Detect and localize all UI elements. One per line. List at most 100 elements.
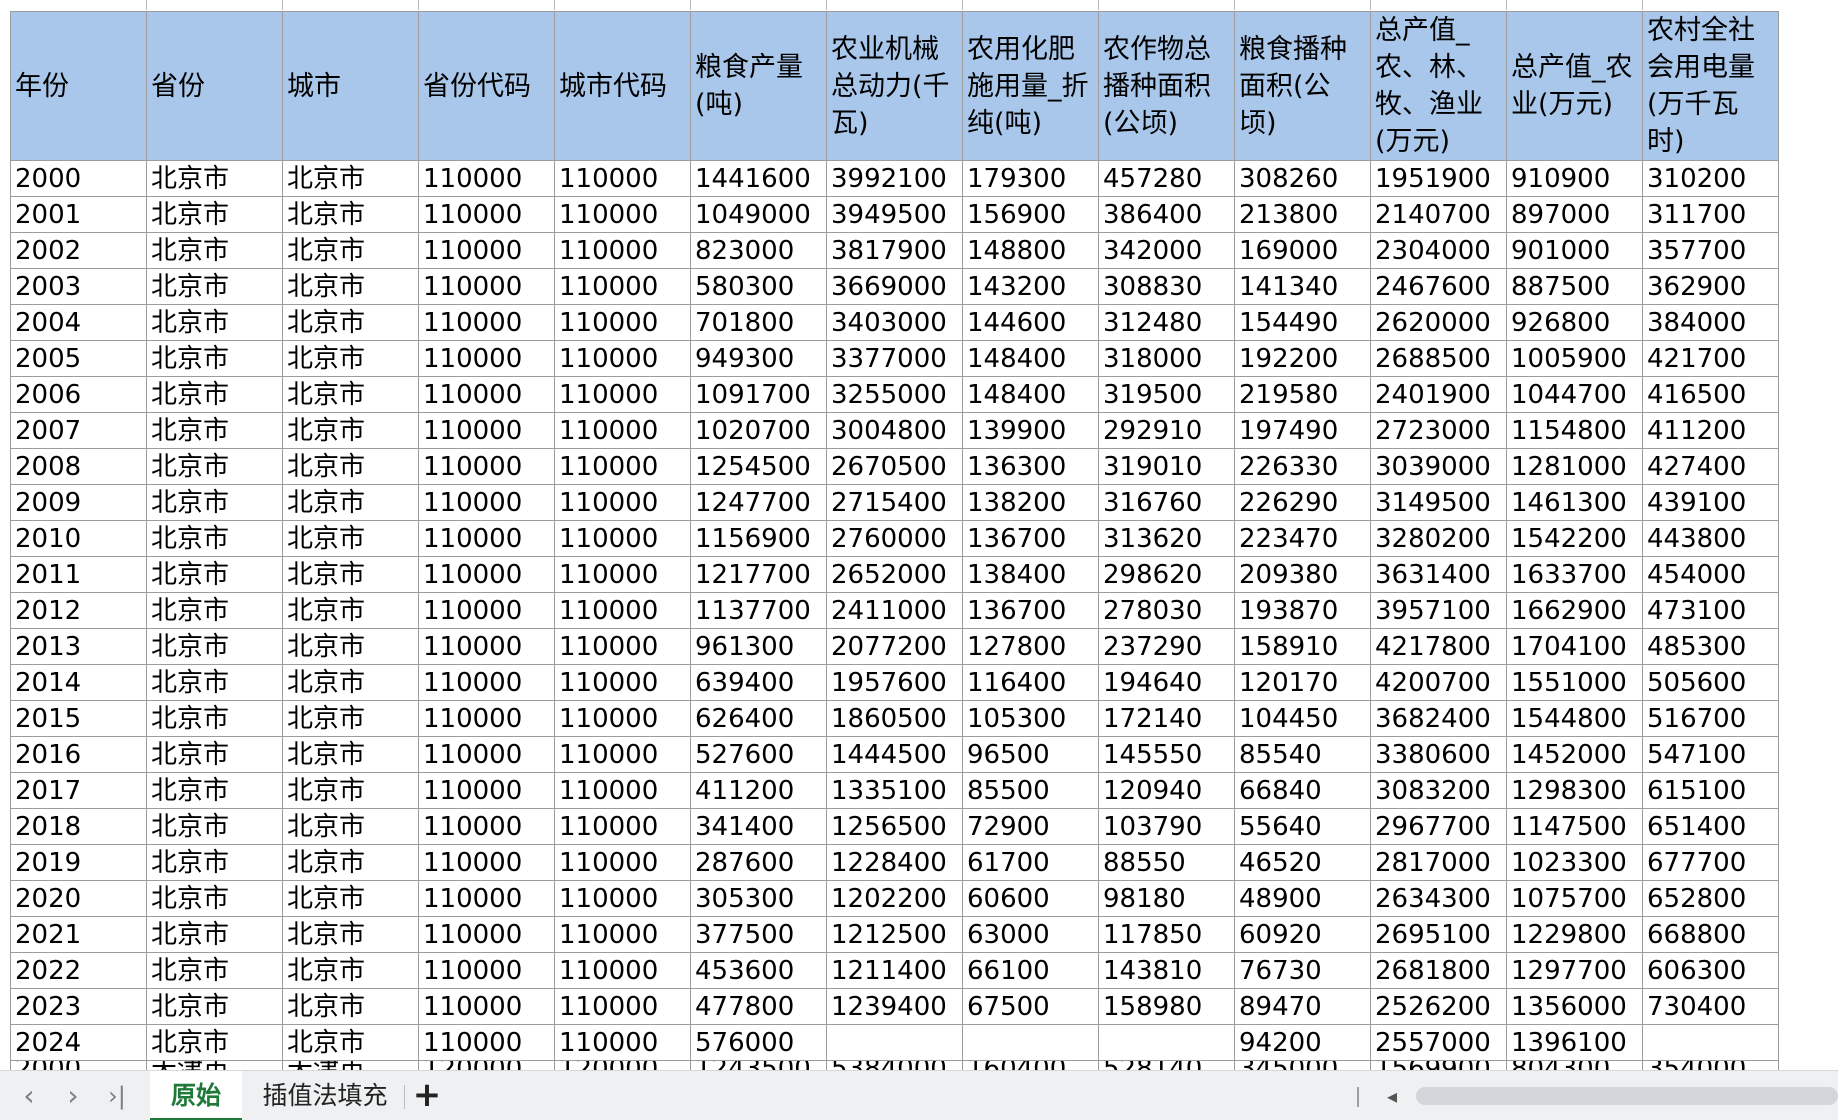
table-cell[interactable]: 北京市 — [146, 664, 283, 701]
table-cell[interactable]: 527600 — [690, 736, 827, 773]
column-header[interactable]: 农用化肥施用量_折纯(吨) — [962, 11, 1099, 161]
table-cell[interactable]: 311700 — [1642, 196, 1779, 233]
table-cell[interactable]: 1860500 — [826, 700, 963, 737]
table-cell[interactable]: 2467600 — [1370, 268, 1507, 305]
table-cell[interactable]: 2022 — [10, 952, 147, 989]
table-cell[interactable]: 668800 — [1642, 916, 1779, 953]
table-cell[interactable]: 910900 — [1506, 160, 1643, 197]
table-cell[interactable]: 2001 — [10, 196, 147, 233]
table-cell[interactable]: 804300 — [1506, 1060, 1643, 1070]
table-cell[interactable]: 110000 — [554, 304, 691, 341]
table-cell[interactable]: 北京市 — [146, 448, 283, 485]
table-cell[interactable]: 110000 — [554, 916, 691, 953]
table-cell[interactable]: 110000 — [554, 736, 691, 773]
table-cell[interactable]: 354000 — [1642, 1060, 1779, 1070]
table-cell[interactable]: 北京市 — [146, 772, 283, 809]
table-cell[interactable]: 北京市 — [282, 916, 419, 953]
table-cell[interactable]: 1217700 — [690, 556, 827, 593]
table-cell[interactable]: 北京市 — [282, 988, 419, 1025]
table-cell[interactable]: 2021 — [10, 916, 147, 953]
table-cell[interactable]: 2140700 — [1370, 196, 1507, 233]
table-cell[interactable]: 1239400 — [826, 988, 963, 1025]
table-cell[interactable]: 209380 — [1234, 556, 1371, 593]
table-cell[interactable]: 北京市 — [282, 592, 419, 629]
column-header[interactable]: 省份 — [146, 11, 283, 161]
table-cell[interactable]: 1452000 — [1506, 736, 1643, 773]
table-cell[interactable]: 411200 — [690, 772, 827, 809]
table-cell[interactable]: 3280200 — [1370, 520, 1507, 557]
table-cell[interactable]: 2000 — [10, 160, 147, 197]
table-cell[interactable]: 北京市 — [146, 268, 283, 305]
table-cell[interactable]: 110000 — [418, 196, 555, 233]
table-cell[interactable]: 85500 — [962, 772, 1099, 809]
table-cell[interactable]: 1444500 — [826, 736, 963, 773]
table-cell[interactable]: 2695100 — [1370, 916, 1507, 953]
table-cell[interactable]: 887500 — [1506, 268, 1643, 305]
table-cell[interactable]: 110000 — [418, 592, 555, 629]
table-cell[interactable]: 219580 — [1234, 376, 1371, 413]
table-cell[interactable]: 北京市 — [146, 1024, 283, 1061]
table-cell[interactable]: 110000 — [418, 520, 555, 557]
column-header[interactable]: 总产值_农业(万元) — [1506, 11, 1643, 161]
table-cell[interactable]: 1147500 — [1506, 808, 1643, 845]
table-cell[interactable]: 2557000 — [1370, 1024, 1507, 1061]
table-cell[interactable]: 3949500 — [826, 196, 963, 233]
table-cell[interactable]: 3255000 — [826, 376, 963, 413]
horizontal-scrollbar[interactable] — [1416, 1087, 1838, 1105]
table-cell[interactable]: 3992100 — [826, 160, 963, 197]
table-cell[interactable]: 1633700 — [1506, 556, 1643, 593]
table-cell[interactable]: 北京市 — [146, 160, 283, 197]
column-header[interactable]: 粮食产量(吨) — [690, 11, 827, 161]
table-cell[interactable]: 477800 — [690, 988, 827, 1025]
table-cell[interactable]: 1569900 — [1370, 1060, 1507, 1070]
table-cell[interactable]: 639400 — [690, 664, 827, 701]
table-cell[interactable]: 110000 — [418, 1024, 555, 1061]
table-cell[interactable]: 北京市 — [146, 196, 283, 233]
table-cell[interactable]: 北京市 — [146, 700, 283, 737]
table-cell[interactable]: 651400 — [1642, 808, 1779, 845]
table-cell[interactable]: 116400 — [962, 664, 1099, 701]
table-cell[interactable]: 1211400 — [826, 952, 963, 989]
table-cell[interactable]: 2020 — [10, 880, 147, 917]
column-header[interactable]: 省份代码 — [418, 11, 555, 161]
table-cell[interactable]: 143810 — [1098, 952, 1235, 989]
table-cell[interactable]: 2967700 — [1370, 808, 1507, 845]
table-cell[interactable]: 1281000 — [1506, 448, 1643, 485]
table-cell[interactable]: 213800 — [1234, 196, 1371, 233]
table-cell[interactable]: 341400 — [690, 808, 827, 845]
table-cell[interactable]: 313620 — [1098, 520, 1235, 557]
table-cell[interactable]: 2715400 — [826, 484, 963, 521]
table-cell[interactable]: 2670500 — [826, 448, 963, 485]
table-cell[interactable]: 1247700 — [690, 484, 827, 521]
table-cell[interactable]: 110000 — [418, 232, 555, 269]
table-cell[interactable]: 193870 — [1234, 592, 1371, 629]
table-cell[interactable]: 384000 — [1642, 304, 1779, 341]
table-cell[interactable]: 北京市 — [282, 736, 419, 773]
table-cell[interactable]: 北京市 — [282, 376, 419, 413]
table-cell[interactable]: 105300 — [962, 700, 1099, 737]
tab-original[interactable]: 原始 — [150, 1071, 242, 1120]
table-cell[interactable]: 北京市 — [146, 232, 283, 269]
table-cell[interactable]: 4217800 — [1370, 628, 1507, 665]
table-cell[interactable]: 北京市 — [282, 628, 419, 665]
column-header[interactable]: 农业机械总动力(千瓦) — [826, 11, 963, 161]
table-cell[interactable]: 110000 — [418, 340, 555, 377]
table-cell[interactable]: 926800 — [1506, 304, 1643, 341]
table-cell[interactable]: 319010 — [1098, 448, 1235, 485]
table-cell[interactable]: 110000 — [554, 160, 691, 197]
table-cell[interactable]: 2002 — [10, 232, 147, 269]
table-cell[interactable]: 961300 — [690, 628, 827, 665]
table-cell[interactable]: 2652000 — [826, 556, 963, 593]
table-cell[interactable]: 179300 — [962, 160, 1099, 197]
table-cell[interactable]: 1254500 — [690, 448, 827, 485]
table-cell[interactable]: 110000 — [418, 448, 555, 485]
table-cell[interactable]: 377500 — [690, 916, 827, 953]
table-cell[interactable]: 1957600 — [826, 664, 963, 701]
table-cell[interactable]: 136700 — [962, 592, 1099, 629]
table-cell[interactable]: 136300 — [962, 448, 1099, 485]
table-cell[interactable]: 305300 — [690, 880, 827, 917]
table-cell[interactable]: 2012 — [10, 592, 147, 629]
table-cell[interactable]: 110000 — [554, 880, 691, 917]
table-cell[interactable]: 2760000 — [826, 520, 963, 557]
table-cell[interactable]: 138400 — [962, 556, 1099, 593]
